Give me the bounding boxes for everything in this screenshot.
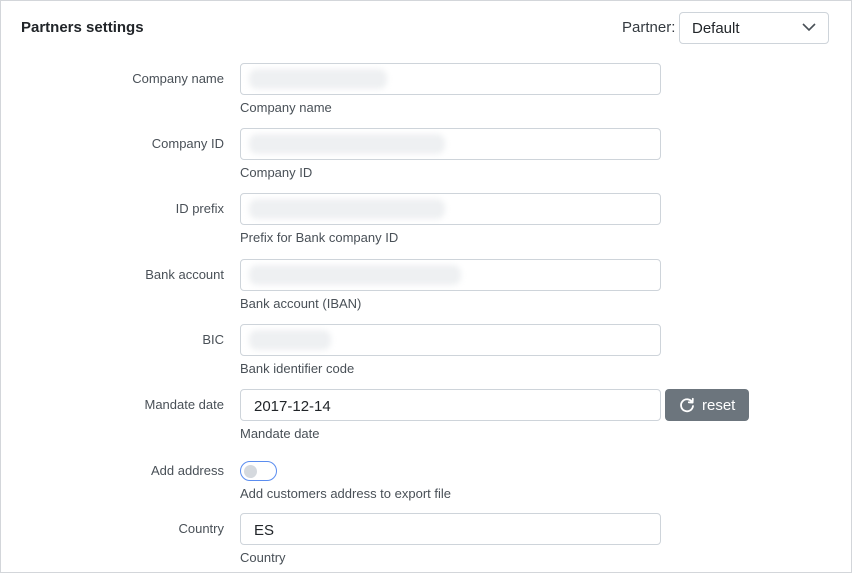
redacted-value [249,69,387,89]
id-prefix-input[interactable] [240,193,661,225]
refresh-icon [680,397,694,413]
company-name-label: Company name [132,71,224,86]
reset-button[interactable]: reset [665,389,749,421]
company-name-help: Company name [240,100,332,115]
add-address-toggle[interactable] [240,461,277,481]
bank-account-input[interactable] [240,259,661,291]
company-id-help: Company ID [240,165,313,180]
toggle-knob [244,464,257,478]
page-title: Partners settings [21,19,144,36]
id-prefix-help: Prefix for Bank company ID [240,230,399,245]
bic-input[interactable] [240,324,661,356]
bank-account-label: Bank account [145,267,224,282]
partner-select[interactable]: Default [679,12,829,44]
country-input[interactable]: ES [240,513,661,545]
redacted-value [249,265,461,285]
add-address-label: Add address [151,463,224,478]
redacted-value [249,199,445,219]
bic-label: BIC [202,332,224,347]
partner-select-value: Default [692,20,740,37]
add-address-help: Add customers address to export file [240,486,451,501]
partner-label: Partner: [622,19,676,36]
country-label: Country [178,521,224,536]
settings-panel: Partners settings Partner: Default Compa… [0,0,852,573]
company-name-input[interactable] [240,63,661,95]
bank-account-help: Bank account (IBAN) [240,296,362,311]
country-value: ES [254,522,275,539]
reset-button-label: reset [702,397,736,414]
redacted-value [249,134,445,154]
mandate-date-help: Mandate date [240,426,320,441]
chevron-down-icon [802,23,816,32]
mandate-date-input[interactable]: 2017-12-14 [240,389,661,421]
mandate-date-label: Mandate date [144,397,224,412]
country-help: Country [240,550,286,565]
company-id-input[interactable] [240,128,661,160]
id-prefix-label: ID prefix [175,201,224,216]
bic-help: Bank identifier code [240,361,355,376]
mandate-date-value: 2017-12-14 [254,398,331,415]
company-id-label: Company ID [151,136,224,151]
redacted-value [249,330,331,350]
